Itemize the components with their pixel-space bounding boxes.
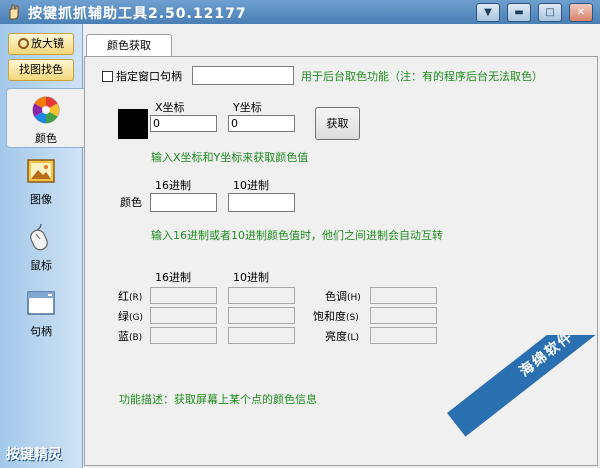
chevron-down-icon[interactable]: ▼: [476, 3, 500, 22]
maximize-icon[interactable]: □: [538, 3, 562, 22]
hex-color-input[interactable]: [150, 193, 217, 212]
red-dec-field[interactable]: [228, 287, 295, 304]
x-coordinate-label: X坐标: [155, 101, 185, 114]
green-hex-field[interactable]: [150, 307, 217, 324]
red-label: 红(R): [118, 290, 143, 303]
channel-dec-label: 10进制: [233, 271, 269, 284]
color-picker-panel: 指定窗口句柄 用于后台取色功能（注：有的程序后台无法取色） X坐标 Y坐标 获取…: [84, 56, 598, 466]
handle-checkbox[interactable]: [102, 71, 113, 82]
blue-dec-field[interactable]: [228, 327, 295, 344]
color-swatch: [118, 109, 148, 139]
sidebar: 放大镜 找图找色 颜色 图像 鼠标 句柄 按键精灵: [0, 24, 85, 468]
hue-field[interactable]: [370, 287, 437, 304]
magnifier-label: 放大镜: [31, 37, 64, 50]
x-coordinate-input[interactable]: [150, 115, 217, 132]
saturation-field[interactable]: [370, 307, 437, 324]
magnifier-icon: [18, 38, 29, 49]
sidebar-item-label: 句柄: [30, 325, 52, 338]
saturation-label: 饱和度(S): [313, 310, 359, 323]
dec-label: 10进制: [233, 179, 269, 192]
y-coordinate-label: Y坐标: [233, 101, 262, 114]
y-coordinate-input[interactable]: [228, 115, 295, 132]
sidebar-item-color[interactable]: 颜色: [6, 88, 85, 148]
function-description: 功能描述：获取屏幕上某个点的颜色信息: [119, 393, 317, 406]
handle-input[interactable]: [192, 66, 294, 85]
window-title: 按键抓抓辅助工具2.50.12177: [28, 6, 247, 22]
lightness-label: 亮度(L): [325, 330, 360, 343]
coordinate-hint: 输入X坐标和Y坐标来获取颜色值: [151, 151, 309, 164]
watermark: 海绵软件: [427, 335, 597, 465]
conversion-hint: 输入16进制或者10进制颜色值时，他们之间进制会自动互转: [151, 229, 443, 242]
handle-note: 用于后台取色功能（注：有的程序后台无法取色）: [301, 70, 543, 83]
sidebar-item-label: 图像: [30, 193, 52, 206]
find-color-label: 找图找色: [19, 63, 63, 76]
sidebar-item-mouse[interactable]: 鼠标: [0, 216, 82, 274]
red-hex-field[interactable]: [150, 287, 217, 304]
mouse-icon: [30, 223, 48, 251]
minimize-icon[interactable]: ▬: [507, 3, 531, 22]
hue-label: 色调(H): [325, 290, 361, 303]
green-label: 绿(G): [118, 310, 143, 323]
dec-color-input[interactable]: [228, 193, 295, 212]
sidebar-item-handle[interactable]: 句柄: [0, 282, 82, 340]
title-bar: 按键抓抓辅助工具2.50.12177 ▼ ▬ □ ✕: [0, 0, 600, 24]
color-wheel-icon: [32, 96, 60, 124]
handle-checkbox-label: 指定窗口句柄: [116, 70, 182, 83]
app-hand-icon: [9, 4, 19, 20]
sidebar-item-label: 颜色: [35, 132, 57, 145]
sidebar-item-image[interactable]: 图像: [0, 150, 82, 208]
brand-logo: 按键精灵: [6, 447, 62, 463]
get-color-button[interactable]: 获取: [315, 107, 360, 140]
blue-hex-field[interactable]: [150, 327, 217, 344]
close-icon[interactable]: ✕: [569, 3, 593, 22]
watermark-text: 海绵软件: [447, 335, 597, 437]
window-handle-icon: [27, 291, 55, 315]
find-color-button[interactable]: 找图找色: [8, 59, 74, 81]
image-icon: [27, 159, 55, 183]
hex-label: 16进制: [155, 179, 191, 192]
tab-color-picker[interactable]: 颜色获取: [86, 34, 172, 57]
channel-hex-label: 16进制: [155, 271, 191, 284]
green-dec-field[interactable]: [228, 307, 295, 324]
blue-label: 蓝(B): [118, 330, 143, 343]
magnifier-button[interactable]: 放大镜: [8, 33, 74, 55]
window-body: 放大镜 找图找色 颜色 图像 鼠标 句柄 按键精灵 颜色获取 指定窗口句柄 用于…: [0, 24, 600, 468]
sidebar-item-label: 鼠标: [30, 259, 52, 272]
color-row-label: 颜色: [120, 196, 142, 209]
